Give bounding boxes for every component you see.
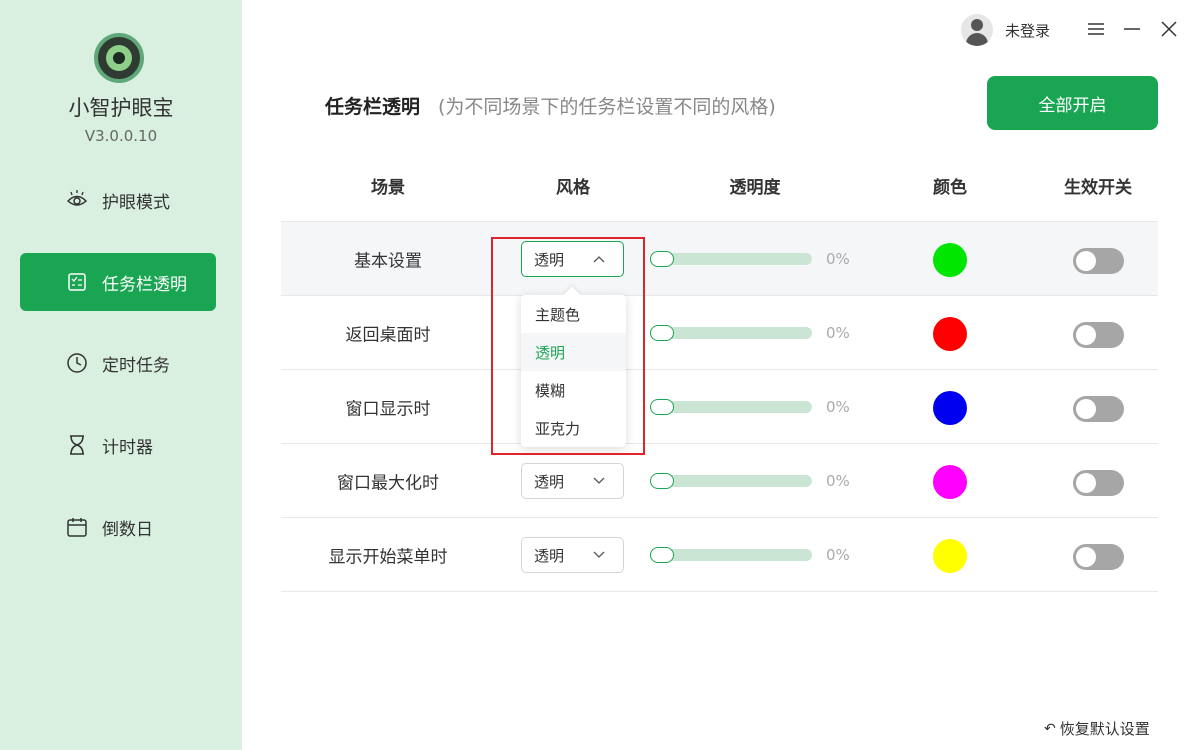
column-header-opacity: 透明度	[729, 178, 781, 198]
app-name: 小智护眼宝	[68, 96, 174, 120]
opacity-value: 0%	[826, 249, 850, 268]
style-select-value: 透明	[534, 546, 565, 565]
color-swatch[interactable]	[933, 317, 967, 351]
enable-toggle[interactable]	[1073, 544, 1124, 570]
sidebar: 小智护眼宝 V3.0.0.10 护眼模式 任务栏透明 定时任务 计时器 倒数日	[0, 0, 242, 750]
table-row: 窗口显示时透明0%	[281, 370, 1158, 444]
page-subtitle: (为不同场景下的任务栏设置不同的风格)	[438, 96, 776, 118]
style-select[interactable]: 透明	[521, 537, 624, 573]
slider-thumb[interactable]	[650, 399, 674, 415]
sidebar-item-countdown-days[interactable]: 倒数日	[20, 498, 216, 556]
opacity-value: 0%	[826, 323, 850, 342]
menu-icon	[1088, 23, 1104, 35]
clock-icon	[66, 352, 88, 374]
eye-icon	[66, 189, 88, 211]
chevron-down-icon	[593, 551, 605, 558]
enable-toggle[interactable]	[1073, 396, 1124, 422]
color-swatch[interactable]	[933, 539, 967, 573]
checklist-icon	[66, 271, 88, 293]
table-row: 显示开始菜单时 透明 0%	[281, 518, 1158, 592]
sidebar-item-scheduled-task[interactable]: 定时任务	[20, 334, 216, 392]
scene-label: 返回桌面时	[345, 325, 431, 345]
table-row: 返回桌面时 透明 0%	[281, 296, 1158, 370]
user-login-label: 未登录	[1005, 21, 1051, 40]
opacity-value: 0%	[826, 545, 850, 564]
scene-label: 窗口显示时	[345, 399, 431, 419]
sidebar-item-taskbar-transparency[interactable]: 任务栏透明	[20, 253, 216, 311]
restore-defaults-link[interactable]: ↶ 恢复默认设置	[1044, 718, 1150, 739]
avatar-icon	[961, 14, 993, 46]
scene-label: 显示开始菜单时	[328, 547, 448, 567]
opacity-slider[interactable]	[650, 325, 812, 341]
table-row: 基本设置 透明 0%	[281, 222, 1158, 296]
opacity-value: 0%	[826, 397, 850, 416]
color-swatch[interactable]	[933, 391, 967, 425]
style-select-value: 透明	[534, 472, 565, 491]
chevron-down-icon	[593, 477, 605, 484]
table-row: 窗口最大化时 透明 0%	[281, 444, 1158, 518]
opacity-slider[interactable]	[650, 547, 812, 563]
sidebar-item-label: 计时器	[102, 437, 153, 458]
close-button[interactable]	[1158, 18, 1180, 40]
app-version: V3.0.0.10	[84, 127, 158, 145]
app-logo-icon	[94, 33, 144, 83]
slider-thumb[interactable]	[650, 325, 674, 341]
sidebar-item-label: 任务栏透明	[102, 274, 187, 295]
style-select[interactable]: 透明	[521, 463, 624, 499]
menu-button[interactable]	[1085, 18, 1107, 40]
dropdown-option-transparent[interactable]: 透明	[521, 333, 626, 371]
dropdown-option-theme-color[interactable]: 主题色	[521, 295, 626, 333]
style-select[interactable]: 透明	[521, 241, 624, 277]
column-header-color: 颜色	[933, 178, 967, 198]
enable-toggle[interactable]	[1073, 248, 1124, 274]
opacity-value: 0%	[826, 471, 850, 490]
opacity-slider[interactable]	[650, 251, 812, 267]
user-login-area[interactable]: 未登录	[961, 14, 1050, 46]
undo-icon: ↶	[1044, 720, 1056, 737]
chevron-up-icon	[593, 256, 605, 263]
scene-label: 窗口最大化时	[337, 473, 439, 493]
slider-thumb[interactable]	[650, 547, 674, 563]
column-header-enable-switch: 生效开关	[1064, 178, 1132, 198]
style-dropdown-menu: 主题色 透明 模糊 亚克力	[521, 286, 626, 447]
page-title: 任务栏透明	[325, 96, 421, 118]
minimize-button[interactable]	[1121, 18, 1143, 40]
dropdown-option-blur[interactable]: 模糊	[521, 371, 626, 409]
hourglass-icon	[66, 434, 88, 456]
scene-label: 基本设置	[354, 251, 422, 271]
sidebar-item-timer[interactable]: 计时器	[20, 416, 216, 474]
minimize-icon	[1124, 28, 1140, 30]
close-icon	[1161, 21, 1177, 37]
restore-defaults-label: 恢复默认设置	[1059, 720, 1150, 738]
color-swatch[interactable]	[933, 243, 967, 277]
sidebar-item-label: 定时任务	[102, 355, 170, 376]
calendar-icon	[66, 516, 88, 538]
slider-thumb[interactable]	[650, 473, 674, 489]
enable-toggle[interactable]	[1073, 470, 1124, 496]
sidebar-item-label: 护眼模式	[102, 192, 170, 213]
column-header-style: 风格	[556, 178, 590, 198]
opacity-slider[interactable]	[650, 399, 812, 415]
column-header-scene: 场景	[371, 178, 405, 198]
enable-all-button[interactable]: 全部开启	[987, 76, 1158, 130]
slider-thumb[interactable]	[650, 251, 674, 267]
opacity-slider[interactable]	[650, 473, 812, 489]
enable-toggle[interactable]	[1073, 322, 1124, 348]
sidebar-item-eye-mode[interactable]: 护眼模式	[20, 171, 216, 229]
style-select-value: 透明	[534, 250, 565, 269]
color-swatch[interactable]	[933, 465, 967, 499]
dropdown-option-acrylic[interactable]: 亚克力	[521, 409, 626, 447]
sidebar-item-label: 倒数日	[102, 519, 153, 540]
